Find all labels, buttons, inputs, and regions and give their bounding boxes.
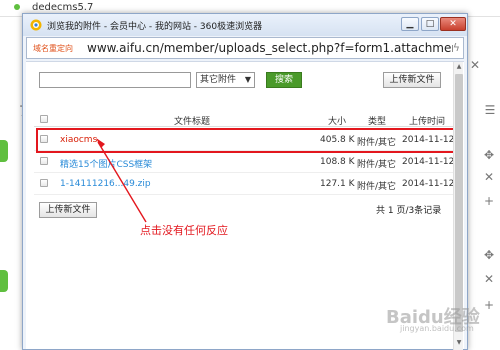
pagination-summary: 共 1 页/3条记录: [376, 206, 442, 216]
window-titlebar[interactable]: 浏览我的附件 - 会员中心 - 我的网站 - 360极速浏览器 ▁ □ ✕: [23, 14, 467, 36]
maximize-button[interactable]: □: [421, 17, 439, 31]
column-header-type: 类型: [368, 117, 387, 127]
move-icon[interactable]: ✥: [482, 248, 496, 262]
window-title: 浏览我的附件 - 会员中心 - 我的网站 - 360极速浏览器: [47, 22, 263, 32]
upload-new-file-button[interactable]: 上传新文件: [383, 72, 441, 88]
search-input[interactable]: [39, 72, 191, 88]
select-all-checkbox[interactable]: [40, 115, 48, 123]
close-icon[interactable]: ✕: [468, 58, 482, 72]
address-bar[interactable]: 域名重定向 www.aifu.cn/member/uploads_select.…: [26, 37, 464, 59]
file-size: 127.1 K: [320, 179, 355, 189]
row-checkbox[interactable]: [40, 179, 48, 187]
file-size: 108.8 K: [320, 157, 355, 167]
table-header: 文件标题 大小 类型 上传时间: [34, 114, 454, 127]
lightning-icon[interactable]: ϟ: [453, 41, 460, 54]
redirect-label: 域名重定向: [33, 44, 73, 53]
upload-date: 2014-11-12: [402, 179, 455, 189]
column-header-date: 上传时间: [409, 117, 446, 127]
file-type: 附件/其它: [357, 160, 397, 170]
search-button[interactable]: 搜索: [266, 72, 302, 88]
file-type: 附件/其它: [357, 182, 397, 192]
scroll-down-icon[interactable]: ▼: [454, 338, 464, 348]
highlight-box: [36, 128, 455, 153]
background-green-marker: [0, 140, 8, 162]
dropdown-arrow-icon: ▼: [244, 75, 251, 84]
close-icon[interactable]: ✕: [482, 272, 496, 286]
background-title: dedecms5.7: [32, 2, 94, 13]
annotation-text: 点击没有任何反应: [140, 224, 228, 237]
status-dot-icon: [14, 4, 20, 10]
browser-logo-icon: [30, 19, 42, 31]
close-icon[interactable]: ✕: [482, 170, 496, 184]
scroll-up-icon[interactable]: ▲: [454, 62, 464, 72]
watermark-url: jingyan.baidu.com: [400, 324, 474, 333]
column-header-title: 文件标题: [174, 117, 211, 127]
table-row: 1-14111216...49.zip 127.1 K 附件/其它 2014-1…: [34, 173, 454, 195]
category-select[interactable]: 其它附件 ▼: [196, 72, 255, 88]
file-title-link[interactable]: 精选15个图片CSS框架: [60, 157, 152, 170]
table-row: 精选15个图片CSS框架 108.8 K 附件/其它 2014-11-12: [34, 151, 454, 173]
scroll-thumb[interactable]: [455, 74, 463, 332]
address-url[interactable]: www.aifu.cn/member/uploads_select.php?f=…: [87, 41, 453, 55]
upload-new-file-button-bottom[interactable]: 上传新文件: [39, 202, 97, 218]
row-checkbox[interactable]: [40, 157, 48, 165]
category-select-value: 其它附件: [200, 75, 237, 85]
browser-popup-window: 浏览我的附件 - 会员中心 - 我的网站 - 360极速浏览器 ▁ □ ✕ 域名…: [22, 13, 468, 350]
background-green-marker: [0, 270, 8, 292]
file-title-link[interactable]: 1-14111216...49.zip: [60, 179, 151, 189]
column-header-size: 大小: [328, 117, 347, 127]
upload-date: 2014-11-12: [402, 157, 455, 167]
minimize-button[interactable]: ▁: [401, 17, 419, 31]
list-icon[interactable]: ☰: [483, 103, 497, 117]
add-icon[interactable]: +: [482, 194, 496, 208]
add-icon[interactable]: +: [482, 298, 496, 312]
close-window-button[interactable]: ✕: [440, 17, 466, 31]
move-icon[interactable]: ✥: [482, 148, 496, 162]
